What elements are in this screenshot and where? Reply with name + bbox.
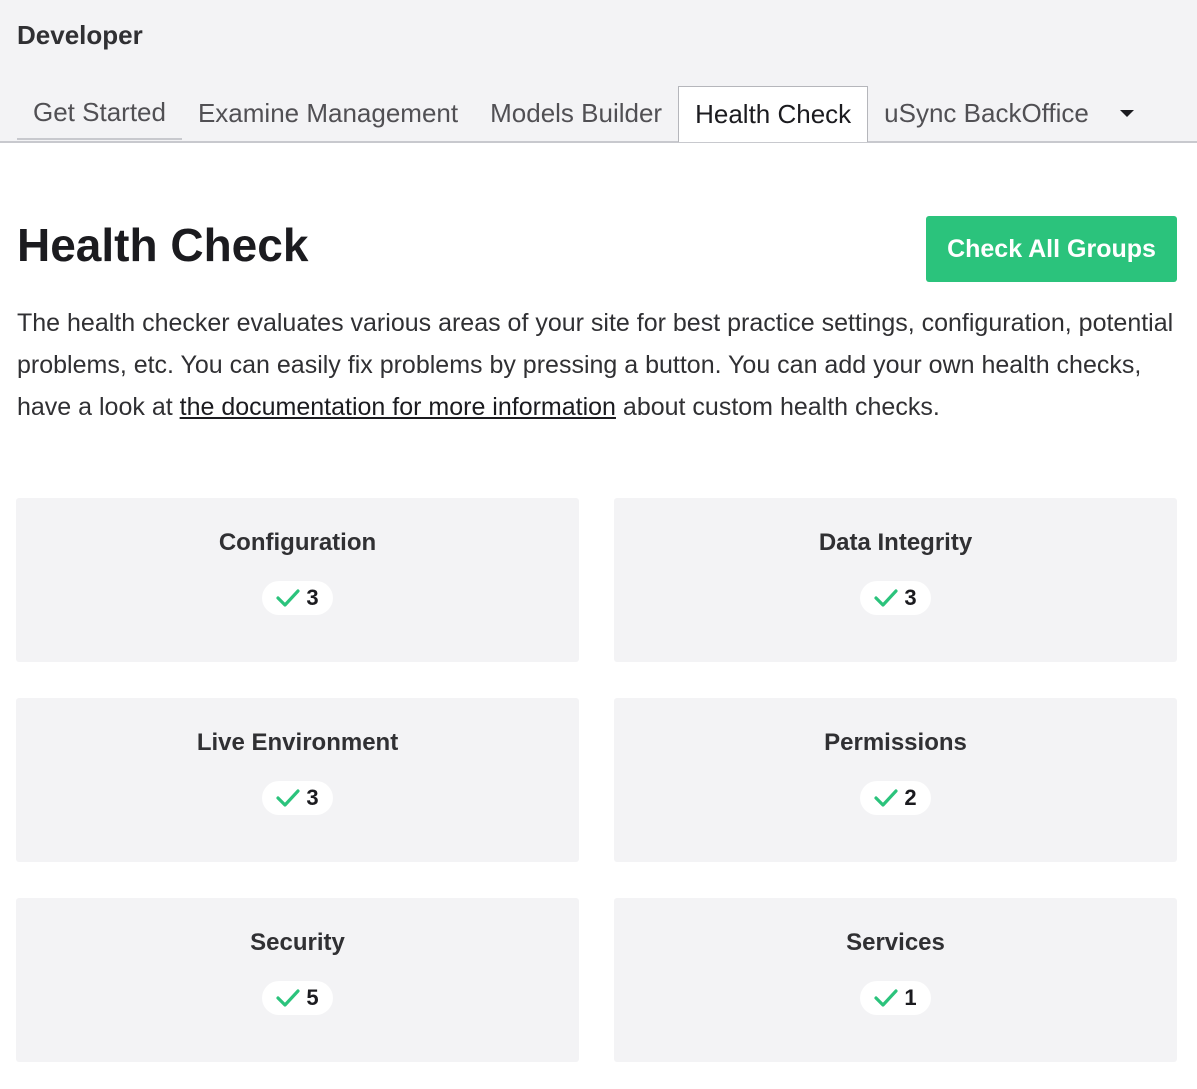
tab-bar: Get Started Examine Management Models Bu… bbox=[17, 86, 1149, 142]
success-count: 3 bbox=[306, 785, 319, 810]
tab-examine-management[interactable]: Examine Management bbox=[182, 86, 474, 140]
health-check-groups: Configuration 3 Data Integrity 3 Live En… bbox=[16, 498, 1177, 1062]
tab-label: Get Started bbox=[33, 96, 166, 127]
check-icon bbox=[874, 589, 898, 607]
documentation-link[interactable]: the documentation for more information bbox=[180, 393, 616, 421]
section-header: Developer Get Started Examine Management… bbox=[0, 0, 1197, 143]
tab-get-started[interactable]: Get Started bbox=[17, 86, 182, 140]
success-count: 2 bbox=[904, 785, 917, 810]
group-title: Live Environment bbox=[196, 729, 399, 756]
tab-label: Examine Management bbox=[197, 97, 459, 128]
group-title: Services bbox=[846, 929, 945, 956]
caret-down-icon bbox=[1119, 109, 1134, 117]
success-count: 1 bbox=[904, 985, 917, 1010]
tab-health-check[interactable]: Health Check bbox=[678, 86, 869, 142]
success-count: 3 bbox=[306, 585, 319, 610]
group-card-services[interactable]: Services 1 bbox=[614, 898, 1177, 1062]
group-card-permissions[interactable]: Permissions 2 bbox=[614, 698, 1177, 862]
success-badge: 1 bbox=[860, 981, 931, 1015]
success-badge: 2 bbox=[860, 781, 931, 815]
success-badge: 5 bbox=[262, 981, 333, 1015]
section-title: Developer bbox=[17, 20, 143, 50]
intro-text-after: about custom health checks. bbox=[615, 393, 940, 421]
group-title: Configuration bbox=[218, 529, 377, 556]
check-icon bbox=[874, 989, 898, 1007]
more-tabs-button[interactable] bbox=[1105, 86, 1149, 140]
success-count: 3 bbox=[904, 585, 917, 610]
group-card-live-environment[interactable]: Live Environment 3 bbox=[16, 698, 579, 862]
check-icon bbox=[276, 789, 300, 807]
group-title: Security bbox=[250, 929, 345, 956]
success-badge: 3 bbox=[860, 581, 931, 615]
check-icon bbox=[276, 989, 300, 1007]
success-badge: 3 bbox=[262, 581, 333, 615]
group-title: Data Integrity bbox=[818, 529, 973, 556]
intro-text: The health checker evaluates various are… bbox=[17, 302, 1177, 428]
tab-usync-backoffice[interactable]: uSync BackOffice bbox=[868, 86, 1105, 140]
group-title: Permissions bbox=[824, 729, 967, 756]
check-icon bbox=[276, 589, 300, 607]
tab-models-builder[interactable]: Models Builder bbox=[474, 86, 678, 140]
check-all-groups-button[interactable]: Check All Groups bbox=[926, 216, 1177, 282]
page-title: Health Check bbox=[17, 219, 309, 271]
tab-label: Health Check bbox=[695, 99, 852, 129]
success-badge: 3 bbox=[262, 781, 333, 815]
group-card-data-integrity[interactable]: Data Integrity 3 bbox=[614, 498, 1177, 662]
check-icon bbox=[874, 789, 898, 807]
success-count: 5 bbox=[306, 985, 319, 1010]
group-card-security[interactable]: Security 5 bbox=[16, 898, 579, 1062]
group-card-configuration[interactable]: Configuration 3 bbox=[16, 498, 579, 662]
tab-label: Models Builder bbox=[490, 97, 663, 128]
tab-label: uSync BackOffice bbox=[884, 97, 1089, 128]
